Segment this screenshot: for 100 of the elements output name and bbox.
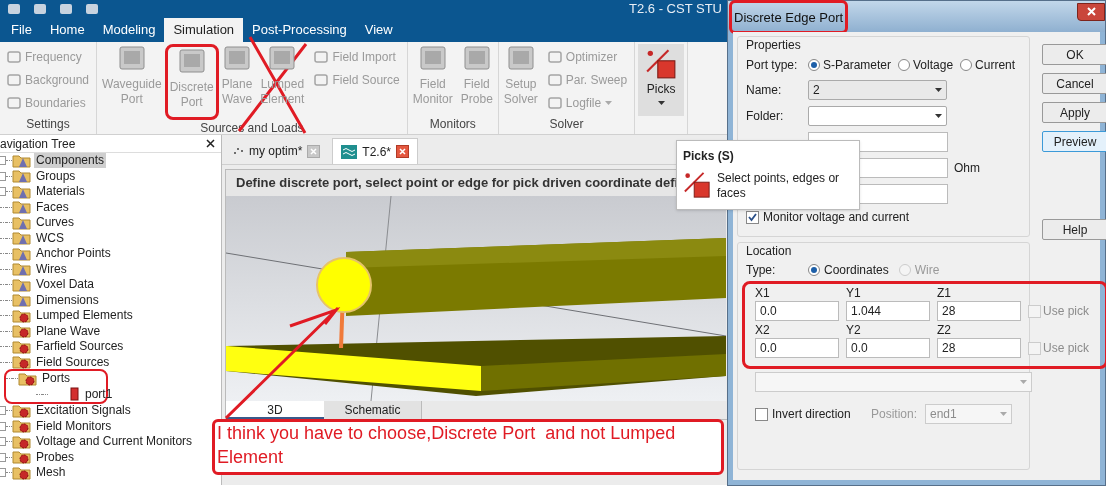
checkbox-label: Use pick: [1043, 303, 1089, 320]
radio-button[interactable]: [898, 59, 911, 71]
expand-icon[interactable]: [0, 406, 6, 416]
folder-icon: [12, 324, 32, 339]
menu-tab[interactable]: Modeling: [93, 18, 165, 42]
tree-item[interactable]: Wires: [34, 261, 69, 277]
checkbox[interactable]: [755, 407, 768, 421]
tree-item[interactable]: Field Sources: [34, 354, 112, 370]
caret-icon: [935, 114, 942, 118]
check-icon: [748, 212, 757, 222]
document-tab[interactable]: T2.6*: [332, 138, 419, 164]
tree-item[interactable]: Voltage and Current Monitors: [34, 434, 195, 450]
folder-icon: [12, 184, 32, 199]
tool-icon: [314, 50, 329, 64]
folder-icon: [12, 246, 32, 261]
tree-item[interactable]: Dimensions: [34, 292, 101, 308]
folder-icon: [12, 153, 32, 168]
input-field[interactable]: 0.0: [846, 338, 930, 358]
input-field[interactable]: 0.0: [755, 338, 839, 358]
folder-icon: [12, 200, 32, 215]
folder-icon: [12, 277, 32, 292]
folder-icon: [12, 339, 32, 354]
tree-item[interactable]: Ports: [40, 371, 72, 387]
field-label: Folder:: [746, 108, 785, 125]
tree-item[interactable]: Groups: [34, 168, 78, 184]
dialog-button[interactable]: Preview: [1042, 131, 1106, 152]
folder-icon: [12, 231, 32, 246]
canvas-tab[interactable]: 3D: [226, 401, 324, 419]
caret-icon: [1000, 412, 1007, 416]
toolbar-icon[interactable]: [60, 4, 72, 14]
dialog-button[interactable]: OK: [1042, 44, 1106, 65]
tool-icon: [547, 73, 562, 87]
radio-button[interactable]: [808, 264, 820, 276]
toolbar-icon[interactable]: [34, 4, 46, 14]
radio-label: Current: [975, 57, 1016, 74]
tree-item[interactable]: WCS: [34, 230, 66, 246]
tree-item[interactable]: Excitation Signals: [34, 403, 133, 419]
expand-icon[interactable]: [0, 187, 6, 197]
close-icon[interactable]: [206, 139, 215, 148]
tree-item[interactable]: Components: [34, 153, 107, 169]
dropdown[interactable]: [808, 106, 947, 126]
menu-tab[interactable]: Home: [40, 18, 94, 42]
dialog-button[interactable]: Apply: [1042, 102, 1106, 123]
port-icon: [70, 387, 79, 402]
toolbar-icon[interactable]: [86, 4, 98, 14]
tree-item[interactable]: Mesh: [34, 465, 68, 481]
window-title: T2.6 - CST STU: [629, 0, 722, 19]
menu-tab[interactable]: Simulation: [164, 18, 244, 42]
field-label: X2: [755, 323, 771, 338]
dialog-button[interactable]: Cancel: [1042, 73, 1106, 94]
group-label: Settings: [25, 116, 71, 133]
close-icon[interactable]: [396, 145, 410, 158]
tree-item[interactable]: Probes: [34, 449, 77, 465]
caret-icon: [935, 88, 942, 92]
tree-item[interactable]: Materials: [34, 184, 87, 200]
expand-icon[interactable]: [0, 452, 6, 462]
canvas-tab[interactable]: Schematic: [324, 401, 422, 419]
checkbox-label: Monitor voltage and current: [763, 209, 910, 226]
close-button[interactable]: [1077, 2, 1105, 21]
tree-item[interactable]: Faces: [34, 199, 71, 215]
expand-icon[interactable]: [0, 156, 6, 166]
tool-icon: [547, 50, 562, 64]
tree-item[interactable]: Anchor Points: [34, 246, 113, 262]
menu-tab[interactable]: Post-Processing: [243, 18, 356, 42]
toolbar-icon[interactable]: [8, 4, 20, 14]
document-tab[interactable]: my optim*: [226, 138, 329, 164]
tool-icon: [314, 73, 329, 87]
field-label: Y1: [846, 286, 862, 301]
menu-tab[interactable]: File: [2, 18, 41, 42]
field-label: X1: [755, 286, 771, 301]
checkbox[interactable]: [746, 210, 759, 224]
tree-item[interactable]: Voxel Data: [34, 277, 97, 293]
expand-icon[interactable]: [0, 468, 6, 478]
caret-icon: [1020, 380, 1027, 384]
dialog-button[interactable]: Help: [1042, 219, 1106, 240]
radio-label: Coordinates: [824, 262, 889, 279]
dropdown[interactable]: [755, 372, 1032, 392]
input-field[interactable]: 1.044: [846, 301, 930, 321]
tree-item[interactable]: Farfield Sources: [34, 339, 126, 355]
picks-button[interactable]: Picks: [638, 44, 685, 116]
dropdown[interactable]: 2: [808, 80, 947, 100]
tree-item[interactable]: Plane Wave: [34, 323, 103, 339]
tree-item[interactable]: Field Monitors: [34, 418, 114, 434]
folder-icon: [12, 215, 32, 230]
tree-item[interactable]: Lumped Elements: [34, 308, 135, 324]
expand-icon[interactable]: [0, 421, 6, 431]
picks-icon: [683, 171, 711, 199]
radio-label: Voltage: [913, 57, 954, 74]
group-label: Solver: [548, 116, 585, 133]
input-field[interactable]: 28: [937, 338, 1021, 358]
expand-icon[interactable]: [0, 437, 6, 447]
close-icon: [1086, 7, 1096, 16]
radio-button[interactable]: [808, 59, 820, 71]
menu-tab[interactable]: View: [355, 18, 402, 42]
wave-icon: [341, 144, 358, 159]
expand-icon[interactable]: [0, 171, 6, 181]
tree-item[interactable]: Curves: [34, 215, 76, 231]
radio-button[interactable]: [960, 59, 973, 71]
input-field[interactable]: 0.0: [755, 301, 839, 321]
input-field[interactable]: 28: [937, 301, 1021, 321]
